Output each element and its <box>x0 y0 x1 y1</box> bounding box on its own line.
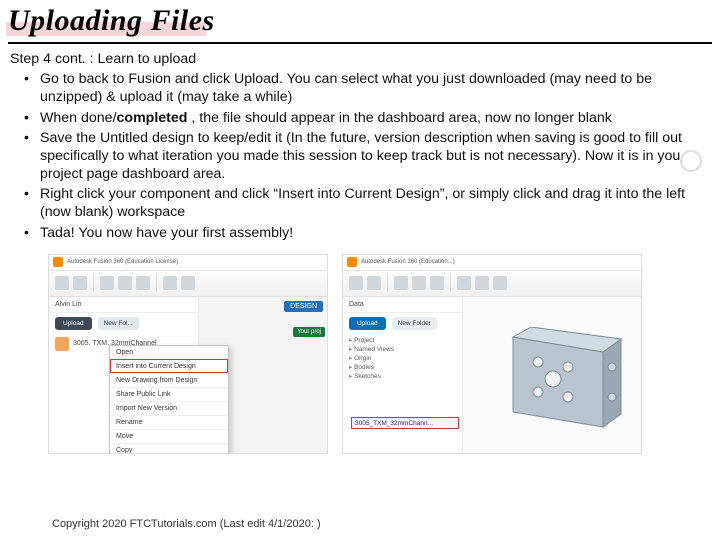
decorative-circle <box>680 150 702 172</box>
list-item: Tada! You now have your first assembly! <box>40 224 710 242</box>
tool-icon[interactable] <box>100 276 114 290</box>
tool-icon[interactable] <box>430 276 444 290</box>
screenshot-left: Autodesk Fusion 360 (Education License) … <box>48 254 328 454</box>
tool-icon[interactable] <box>136 276 150 290</box>
tool-icon[interactable] <box>55 276 69 290</box>
component-thumb-icon <box>55 337 69 351</box>
app-title: Autodesk Fusion 360 (Education License) <box>67 259 178 265</box>
channel-part-icon <box>493 327 623 447</box>
tree-node[interactable]: Named Views <box>349 345 456 354</box>
tool-icon[interactable] <box>493 276 507 290</box>
title-block: Uploading Files <box>0 0 720 38</box>
ctx-move[interactable]: Move <box>110 429 228 443</box>
upload-button[interactable]: Upload <box>349 317 386 330</box>
app-title: Autodesk Fusion 360 (Education...) <box>361 259 455 265</box>
title-underline <box>8 42 712 44</box>
upload-button[interactable]: Upload <box>55 317 92 330</box>
tool-icon[interactable] <box>181 276 195 290</box>
tool-icon[interactable] <box>412 276 426 290</box>
selected-component[interactable]: 3005_TXM_32mmChann... <box>351 417 459 429</box>
toolbar <box>49 271 327 297</box>
panel-buttons: Upload New Folder <box>343 313 462 334</box>
tree-node[interactable]: Project <box>349 336 456 345</box>
data-panel: Data Upload New Folder Project Named Vie… <box>343 297 463 453</box>
tool-icon[interactable] <box>394 276 408 290</box>
separator <box>387 274 388 292</box>
project-badge: Your proj <box>293 327 325 337</box>
ctx-copy[interactable]: Copy <box>110 443 228 454</box>
tool-icon[interactable] <box>73 276 87 290</box>
context-menu: Open Insert into Current Design New Draw… <box>109 345 229 454</box>
panel-user: Alvin Lin <box>49 297 198 313</box>
new-folder-button[interactable]: New Folder <box>392 317 437 330</box>
separator <box>450 274 451 292</box>
tool-icon[interactable] <box>457 276 471 290</box>
tree-node[interactable]: Bodies <box>349 363 456 372</box>
panel-title: Data <box>343 297 462 313</box>
tree-node[interactable]: Sketches <box>349 372 456 381</box>
list-item: Go to back to Fusion and click Upload. Y… <box>40 70 710 106</box>
separator <box>93 274 94 292</box>
tool-icon[interactable] <box>118 276 132 290</box>
panel-buttons: Upload New Fol... <box>49 313 198 334</box>
step-heading: Step 4 cont. : Learn to upload <box>10 50 710 68</box>
page-title: Uploading Files <box>8 4 712 38</box>
screenshot-right: Autodesk Fusion 360 (Education...) Data … <box>342 254 642 454</box>
screenshots-row: Autodesk Fusion 360 (Education License) … <box>0 244 720 454</box>
browser-tree: Project Named Views Origin Bodies Sketch… <box>343 334 462 383</box>
new-folder-button[interactable]: New Fol... <box>98 317 139 330</box>
tree-node[interactable]: Origin <box>349 354 456 363</box>
ctx-rename[interactable]: Rename <box>110 415 228 429</box>
window-titlebar: Autodesk Fusion 360 (Education...) <box>343 255 641 271</box>
ctx-open[interactable]: Open <box>110 346 228 359</box>
copyright: Copyright 2020 FTCTutorials.com (Last ed… <box>52 518 321 530</box>
viewport-3d[interactable] <box>463 297 641 453</box>
fusion-logo-icon <box>347 257 357 267</box>
toolbar <box>343 271 641 297</box>
fusion-logo-icon <box>53 257 63 267</box>
ctx-new-drawing[interactable]: New Drawing from Design <box>110 373 228 387</box>
list-item: Save the Untitled design to keep/edit it… <box>40 129 710 184</box>
list-item: Right click your component and click “In… <box>40 185 710 221</box>
tool-icon[interactable] <box>349 276 363 290</box>
ctx-insert-into-current-design[interactable]: Insert into Current Design <box>110 359 228 373</box>
window-titlebar: Autodesk Fusion 360 (Education License) <box>49 255 327 271</box>
workspace-badge[interactable]: DESIGN <box>284 301 323 312</box>
tool-icon[interactable] <box>163 276 177 290</box>
tool-icon[interactable] <box>367 276 381 290</box>
tool-icon[interactable] <box>475 276 489 290</box>
separator <box>156 274 157 292</box>
list-item: When done/completed , the file should ap… <box>40 109 710 127</box>
bullet-list: Go to back to Fusion and click Upload. Y… <box>10 70 710 242</box>
content-block: Step 4 cont. : Learn to upload Go to bac… <box>0 50 720 242</box>
ctx-import-new-version[interactable]: Import New Version <box>110 401 228 415</box>
ctx-share-link[interactable]: Share Public Link <box>110 387 228 401</box>
